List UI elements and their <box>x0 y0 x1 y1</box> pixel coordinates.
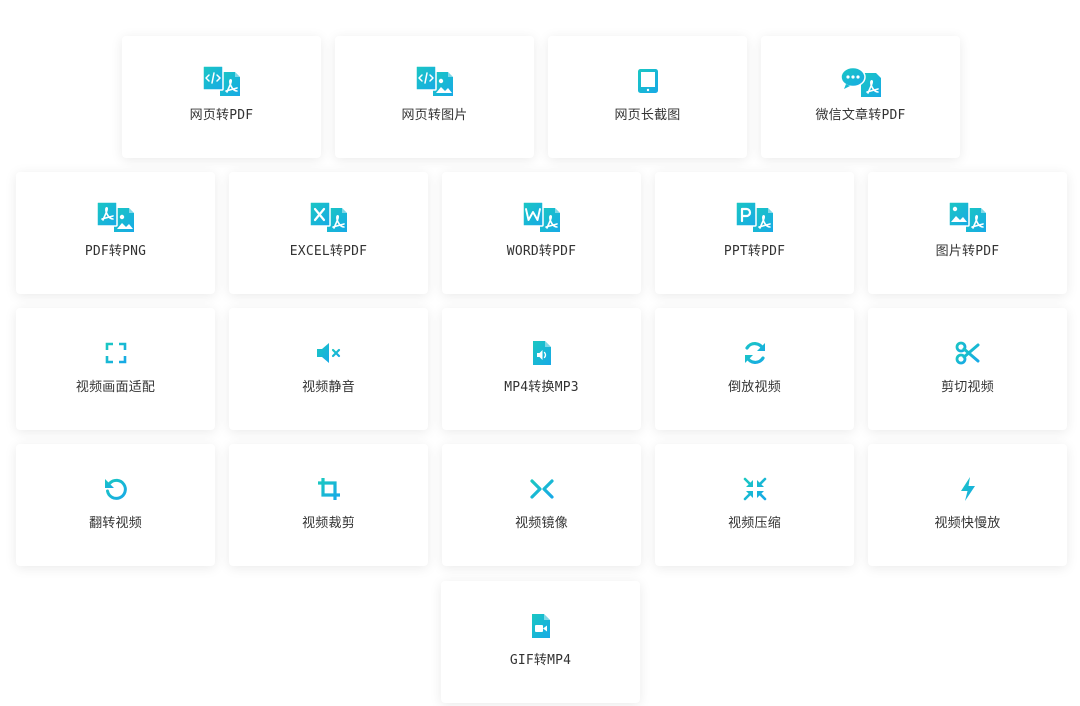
tool-card-label: 视频静音 <box>302 380 355 395</box>
tool-card-mirror-video[interactable]: 视频镜像 <box>442 444 641 566</box>
code-pdf-icon <box>201 64 242 98</box>
rotate-left-icon <box>96 472 136 506</box>
crop-icon <box>309 472 349 506</box>
tool-card-flip-video[interactable]: 翻转视频 <box>16 444 215 566</box>
tool-card-label: 剪切视频 <box>941 380 994 395</box>
tool-card-label: 视频快慢放 <box>934 516 1001 531</box>
tool-card-mp4-to-mp3[interactable]: MP4转换MP3 <box>442 308 641 430</box>
tool-card-label: EXCEL转PDF <box>289 244 368 259</box>
compress-icon <box>735 472 775 506</box>
tool-card-label: 翻转视频 <box>89 516 142 531</box>
tool-card-crop-video[interactable]: 视频裁剪 <box>229 444 428 566</box>
code-image-icon <box>414 64 455 98</box>
tool-card-ppt-to-pdf[interactable]: PPT转PDF <box>655 172 854 294</box>
tool-card-label: 视频压缩 <box>728 516 781 531</box>
tool-card-wechat-article-to-pdf[interactable]: 微信文章转PDF <box>761 36 960 158</box>
tool-card-speed-video[interactable]: 视频快慢放 <box>868 444 1067 566</box>
tool-card-label: PDF转PNG <box>84 244 147 259</box>
image-pdf-icon <box>947 200 988 234</box>
tool-card-excel-to-pdf[interactable]: EXCEL转PDF <box>229 172 428 294</box>
scissors-icon <box>948 336 988 370</box>
tool-card-gif-to-mp4[interactable]: GIF转MP4 <box>441 581 640 703</box>
tool-card-pdf-to-png[interactable]: PDF转PNG <box>16 172 215 294</box>
tool-card-web-long-screenshot[interactable]: 网页长截图 <box>548 36 747 158</box>
word-pdf-icon <box>521 200 562 234</box>
tool-card-label: 视频镜像 <box>515 516 568 531</box>
tool-card-video-mute[interactable]: 视频静音 <box>229 308 428 430</box>
tool-card-cut-video[interactable]: 剪切视频 <box>868 308 1067 430</box>
audio-file-icon <box>522 336 562 370</box>
lightning-icon <box>948 472 988 506</box>
ppt-pdf-icon <box>734 200 775 234</box>
tool-card-image-to-pdf[interactable]: 图片转PDF <box>868 172 1067 294</box>
tool-card-label: 倒放视频 <box>728 380 781 395</box>
tablet-icon <box>628 64 668 98</box>
tool-card-label: GIF转MP4 <box>509 653 572 668</box>
tool-card-web-to-image[interactable]: 网页转图片 <box>335 36 534 158</box>
mirror-icon <box>522 472 562 506</box>
tool-card-label: 微信文章转PDF <box>815 108 906 123</box>
tool-card-compress-video[interactable]: 视频压缩 <box>655 444 854 566</box>
tool-card-reverse-video[interactable]: 倒放视频 <box>655 308 854 430</box>
tool-card-label: 视频画面适配 <box>75 380 156 395</box>
tool-card-label: 网页转PDF <box>189 108 254 123</box>
tool-card-label: 视频裁剪 <box>302 516 355 531</box>
pdf-image-icon <box>95 200 136 234</box>
fullscreen-icon <box>96 336 136 370</box>
chat-pdf-icon <box>839 64 881 98</box>
tool-card-label: 图片转PDF <box>935 244 1000 259</box>
tool-card-video-fit[interactable]: 视频画面适配 <box>16 308 215 430</box>
video-file-icon <box>521 609 561 643</box>
tool-card-word-to-pdf[interactable]: WORD转PDF <box>442 172 641 294</box>
tool-card-label: 网页长截图 <box>614 108 681 123</box>
refresh-icon <box>735 336 775 370</box>
tool-card-web-to-pdf[interactable]: 网页转PDF <box>122 36 321 158</box>
tool-card-label: 网页转图片 <box>401 108 468 123</box>
volume-mute-icon <box>309 336 349 370</box>
excel-pdf-icon <box>308 200 349 234</box>
tool-card-label: WORD转PDF <box>506 244 577 259</box>
tool-card-label: PPT转PDF <box>723 244 786 259</box>
tool-card-label: MP4转换MP3 <box>504 380 579 395</box>
